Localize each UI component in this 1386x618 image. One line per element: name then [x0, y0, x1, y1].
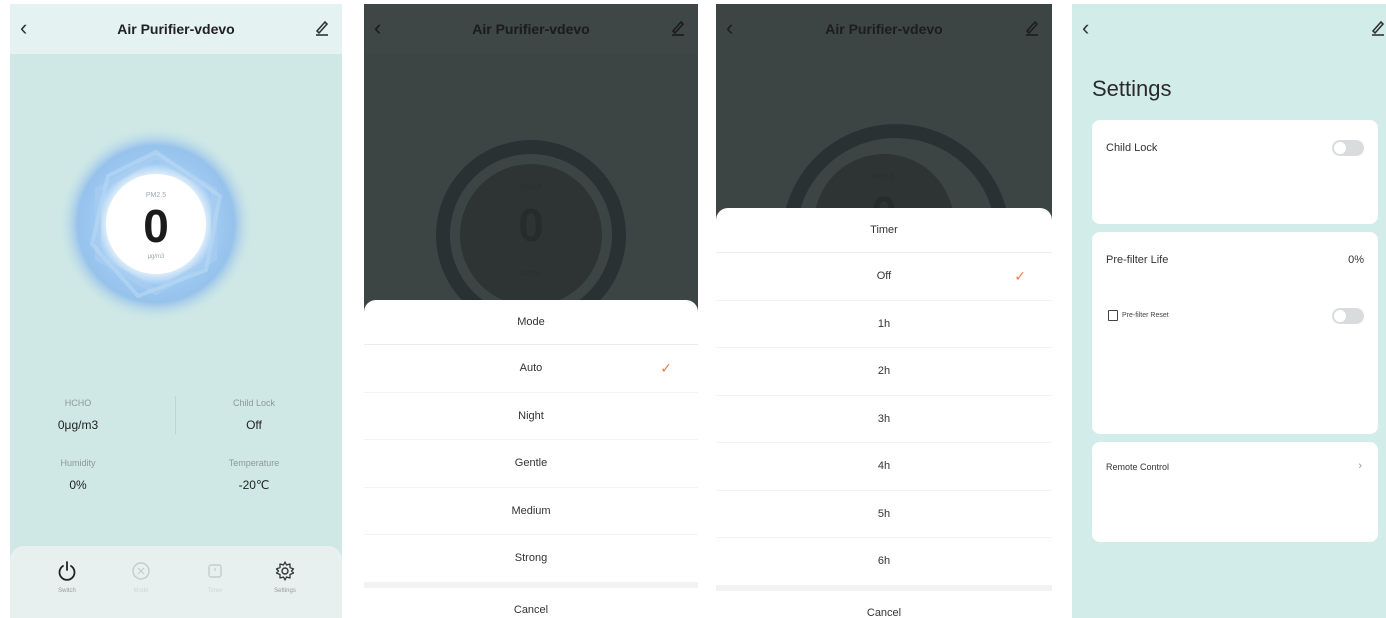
mode-option-medium[interactable]: Medium: [364, 488, 698, 535]
humidity-label: Humidity: [60, 458, 96, 468]
hcho-value: 0μg/m3: [57, 418, 99, 432]
page-title: Air Purifier-vdevo: [472, 21, 590, 37]
timer-select-screen: PM2.5 0 ‹ Air Purifier-vdevo Timer Off ✓…: [716, 4, 1052, 618]
pm-unit: μg/m3: [147, 254, 165, 260]
prefilter-reset-label: Pre-filter Reset: [1122, 312, 1169, 319]
nav-mode-label: Mode: [133, 588, 149, 594]
mode-sheet: Mode Auto ✓ Night Gentle Medium Strong C…: [364, 300, 698, 618]
gear-icon: [275, 561, 295, 581]
chevron-right-icon[interactable]: ›: [1358, 460, 1362, 472]
settings-screen: ‹ Settings Child Lock Pre-filter Life 0%…: [1072, 4, 1386, 618]
temperature-value: -20℃: [238, 478, 270, 492]
stat-divider: [175, 396, 176, 434]
hcho-label: HCHO: [64, 398, 92, 408]
timer-option-1h[interactable]: 1h: [716, 301, 1052, 348]
mode-option-label: Auto: [519, 362, 543, 374]
prefilter-life-label: Pre-filter Life: [1106, 254, 1169, 266]
mode-option-night[interactable]: Night: [364, 393, 698, 440]
timer-option-label: 1h: [877, 317, 891, 330]
child-lock-card: Child Lock: [1092, 120, 1378, 224]
page-title: Settings: [1092, 76, 1172, 101]
prefilter-life-value: 0%: [1348, 254, 1364, 266]
back-icon[interactable]: ‹: [1082, 16, 1089, 40]
power-icon: [58, 561, 76, 581]
check-icon: ✓: [1014, 268, 1026, 284]
pm-label: PM2.5: [145, 192, 167, 199]
timer-option-5h[interactable]: 5h: [716, 491, 1052, 538]
child-lock-label: Child Lock: [1106, 142, 1158, 154]
timer-sheet-title: Timer: [716, 208, 1052, 253]
edit-icon[interactable]: [670, 18, 686, 36]
temperature-label: Temperature: [228, 458, 280, 468]
top-bar: ‹ Air Purifier-vdevo: [10, 4, 342, 54]
timer-option-off[interactable]: Off ✓: [716, 253, 1052, 301]
mode-option-label: Night: [518, 409, 544, 422]
timer-option-label: 4h: [877, 460, 891, 472]
nav-timer-label: Timer: [207, 588, 223, 594]
pm-value: 0: [143, 200, 169, 252]
top-bar-overlay: ‹ Air Purifier-vdevo: [716, 4, 1052, 54]
mode-option-strong[interactable]: Strong: [364, 535, 698, 583]
remote-control-label: Remote Control: [1106, 462, 1170, 472]
nav-switch-button[interactable]: Switch: [40, 560, 94, 594]
pm-display: PM2.5 0 μg/m3: [106, 174, 206, 274]
cancel-button[interactable]: Cancel: [716, 585, 1052, 618]
child-lock-toggle[interactable]: [1332, 140, 1364, 156]
nav-settings-label: Settings: [274, 588, 296, 594]
mode-option-label: Strong: [514, 552, 548, 564]
air-quality-dial: PM2.5 0 μg/m3: [56, 124, 256, 324]
page-title: Air Purifier-vdevo: [825, 21, 943, 37]
mode-select-screen: ‹ Air Purifier-vdevo PM2.5 0 μg/m3 ‹ Air…: [364, 4, 698, 618]
mode-sheet-title: Mode: [364, 300, 698, 345]
fan-mode-icon: [132, 562, 150, 580]
prefilter-reset-toggle[interactable]: [1332, 308, 1364, 324]
check-icon: ✓: [660, 360, 672, 376]
mode-option-auto[interactable]: Auto ✓: [364, 345, 698, 393]
humidity-value: 0%: [69, 478, 87, 492]
bottom-nav: Switch Mode Timer Settings: [10, 546, 342, 618]
device-main-screen: ‹ Air Purifier-vdevo PM2.5 0 μg/m3 HCHO …: [10, 4, 342, 618]
child-lock-value: Off: [246, 418, 262, 432]
nav-switch-label: Switch: [58, 588, 76, 594]
nav-timer-button[interactable]: Timer: [188, 560, 242, 594]
timer-option-4h[interactable]: 4h: [716, 443, 1052, 491]
timer-option-label: 6h: [877, 555, 891, 567]
timer-option-label: 5h: [877, 507, 891, 520]
timer-option-2h[interactable]: 2h: [716, 348, 1052, 396]
reset-icon: [1108, 310, 1118, 321]
nav-settings-button[interactable]: Settings: [258, 560, 312, 594]
top-bar-overlay: ‹ Air Purifier-vdevo: [364, 4, 698, 54]
page-title: Air Purifier-vdevo: [117, 21, 235, 37]
timer-option-label: 3h: [877, 412, 891, 425]
nav-mode-button[interactable]: Mode: [114, 560, 168, 594]
cancel-button[interactable]: Cancel: [364, 582, 698, 618]
child-lock-label: Child Lock: [232, 398, 276, 408]
timer-option-label: Off: [876, 270, 892, 282]
mode-option-label: Gentle: [514, 457, 548, 469]
edit-icon[interactable]: [1370, 18, 1386, 36]
timer-option-6h[interactable]: 6h: [716, 538, 1052, 586]
edit-icon[interactable]: [1024, 18, 1040, 36]
timer-option-3h[interactable]: 3h: [716, 396, 1052, 443]
mode-option-label: Medium: [511, 504, 551, 517]
timer-option-label: 2h: [877, 365, 891, 377]
timer-sheet: Timer Off ✓ 1h 2h 3h 4h 5h 6h Cancel: [716, 208, 1052, 618]
remote-control-card[interactable]: Remote Control ›: [1092, 442, 1378, 542]
mode-option-gentle[interactable]: Gentle: [364, 440, 698, 488]
edit-icon[interactable]: [314, 18, 330, 36]
prefilter-card: Pre-filter Life 0% Pre-filter Reset: [1092, 232, 1378, 434]
timer-icon: [208, 564, 222, 578]
